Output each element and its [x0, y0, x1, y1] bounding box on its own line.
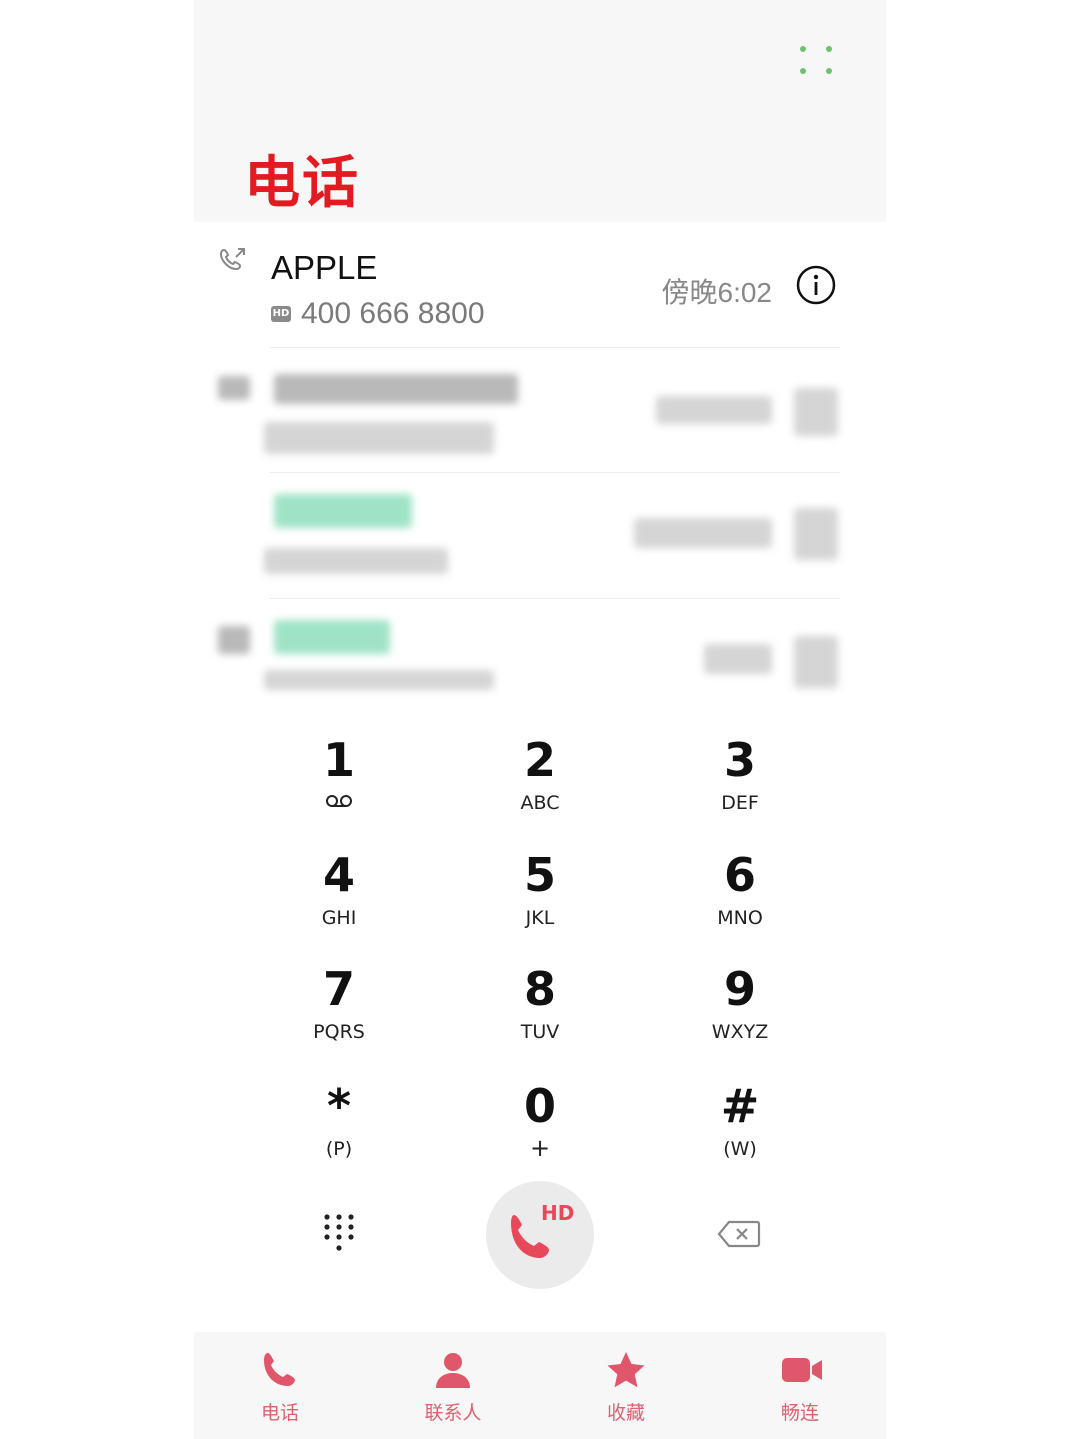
contacts-icon — [436, 1353, 470, 1388]
key-hash[interactable]: # (W) — [660, 1078, 820, 1178]
nav-phone[interactable]: 电话 — [220, 1332, 340, 1439]
divider — [270, 472, 840, 473]
key-3[interactable]: 3 DEF — [660, 732, 820, 832]
recent-call-row[interactable]: APPLE HD 400 666 8800 傍晚6:02 — [194, 225, 886, 347]
star-icon — [607, 1352, 645, 1388]
voicemail-icon — [326, 795, 352, 807]
contact-number: 400 666 8800 — [301, 297, 485, 330]
bottom-nav: 电话 联系人 收藏 畅连 — [194, 1332, 886, 1439]
key-0[interactable]: 0 + — [460, 1078, 620, 1178]
nav-meetime[interactable]: 畅连 — [740, 1332, 860, 1439]
phone-icon — [264, 1353, 295, 1386]
nav-contacts[interactable]: 联系人 — [393, 1332, 513, 1439]
key-8[interactable]: 8 TUV — [460, 961, 620, 1061]
key-2[interactable]: 2 ABC — [460, 732, 620, 832]
outgoing-call-icon — [219, 248, 245, 271]
key-4[interactable]: 4 GHI — [259, 847, 419, 947]
hd-label: HD — [541, 1201, 575, 1225]
contact-number-line: HD 400 666 8800 — [271, 297, 485, 331]
call-button[interactable]: HD — [486, 1181, 594, 1289]
phone-app-screen: 电话 APPLE HD 400 666 8800 傍晚6:02 1 2 ABC … — [194, 0, 886, 1439]
more-dots-icon[interactable] — [794, 40, 838, 84]
divider — [270, 598, 840, 599]
key-5[interactable]: 5 JKL — [460, 847, 620, 947]
dialpad-icon[interactable] — [322, 1212, 356, 1256]
key-6[interactable]: 6 MNO — [660, 847, 820, 947]
page-title: 电话 — [244, 151, 360, 216]
divider — [270, 347, 840, 348]
key-7[interactable]: 7 PQRS — [259, 961, 419, 1061]
backspace-icon[interactable] — [717, 1220, 761, 1248]
hd-badge: HD — [271, 306, 291, 322]
video-call-icon — [782, 1358, 822, 1382]
header: 电话 — [194, 0, 886, 222]
key-1[interactable]: 1 — [259, 732, 419, 832]
key-9[interactable]: 9 WXYZ — [660, 961, 820, 1061]
call-time: 傍晚6:02 — [661, 277, 773, 308]
key-star[interactable]: * (P) — [259, 1078, 419, 1178]
nav-favorites[interactable]: 收藏 — [566, 1332, 686, 1439]
contact-name: APPLE — [271, 249, 378, 286]
info-icon[interactable] — [796, 265, 836, 305]
